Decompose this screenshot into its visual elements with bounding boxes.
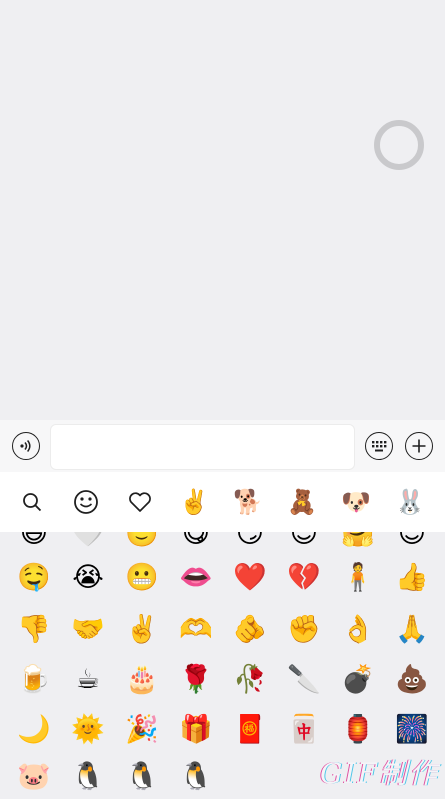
emoji-item[interactable]: 👄 — [176, 558, 216, 598]
emoji-item[interactable]: 🫵 — [230, 610, 270, 650]
emoji-item[interactable]: 🎁 — [176, 710, 216, 750]
gesture-tab-icon[interactable]: ✌️ — [176, 484, 212, 520]
keyboard-icon[interactable] — [365, 432, 393, 460]
floating-assist-button[interactable] — [374, 120, 424, 170]
shiba-sticker-tab-icon[interactable]: 🐕 — [230, 484, 266, 520]
emoji-item[interactable]: 😊 — [284, 532, 324, 554]
heart-icon[interactable] — [122, 484, 158, 520]
emoji-item[interactable]: 💩 — [392, 660, 432, 700]
emoji-item[interactable]: 🎆 — [392, 710, 432, 750]
emoji-item[interactable]: 🤗 — [338, 532, 378, 554]
input-bar — [0, 420, 445, 472]
emoji-item[interactable]: ✌️ — [122, 610, 162, 650]
emoji-item[interactable]: 🤍 — [68, 532, 108, 554]
emoji-item[interactable]: 🌞 — [68, 710, 108, 750]
emoji-item[interactable]: 👌 — [338, 610, 378, 650]
emoji-item[interactable]: 🐷 — [14, 757, 54, 797]
message-input[interactable] — [50, 424, 355, 470]
emoji-item[interactable]: 😭 — [68, 558, 108, 598]
emoji-item[interactable]: 🐧 — [176, 757, 216, 797]
emoji-item[interactable]: 🍺 — [14, 660, 54, 700]
emoji-item[interactable]: 😉 — [392, 532, 432, 554]
emoji-item[interactable]: 💣 — [338, 660, 378, 700]
plus-icon[interactable] — [405, 432, 433, 460]
emoji-item[interactable]: ☕ — [68, 660, 108, 700]
emoji-tab-icon[interactable] — [68, 484, 104, 520]
emoji-item[interactable]: 😄 — [14, 532, 54, 554]
emoji-item[interactable]: 🙂 — [122, 532, 162, 554]
rabbit-sticker-tab-icon[interactable]: 🐰 — [392, 484, 428, 520]
search-icon[interactable] — [14, 484, 50, 520]
emoji-item[interactable]: ❤️ — [230, 558, 270, 598]
emoji-item[interactable]: 🀄 — [284, 710, 324, 750]
emoji-panel-toolbar: ✌️ 🐕 🧸 🐶 🐰 — [0, 472, 445, 532]
emoji-item[interactable]: 🔪 — [284, 660, 324, 700]
emoji-item[interactable]: 🌙 — [14, 710, 54, 750]
watermark-logo: GIF制作 — [320, 757, 439, 790]
voice-icon[interactable] — [12, 432, 40, 460]
emoji-item[interactable]: 🏮 — [338, 710, 378, 750]
emoji-item[interactable]: 🧍 — [338, 558, 378, 598]
emoji-item[interactable]: 👎 — [14, 610, 54, 650]
emoji-item[interactable]: 🙏 — [392, 610, 432, 650]
emoji-item[interactable]: 🐧 — [122, 757, 162, 797]
bear-sticker-tab-icon[interactable]: 🧸 — [284, 484, 320, 520]
emoji-item[interactable]: 🤤 — [14, 558, 54, 598]
emoji-item[interactable]: 💔 — [284, 558, 324, 598]
emoji-item[interactable]: 🎂 — [122, 660, 162, 700]
dog-sticker-tab-icon[interactable]: 🐶 — [338, 484, 374, 520]
emoji-item[interactable]: 🎉 — [122, 710, 162, 750]
emoji-item[interactable]: 😬 — [122, 558, 162, 598]
emoji-item[interactable]: 🥀 — [230, 660, 270, 700]
emoji-item[interactable]: 😋 — [176, 532, 216, 554]
emoji-item[interactable]: ✊ — [284, 610, 324, 650]
chat-area — [0, 0, 445, 420]
emoji-item[interactable]: 👍 — [392, 558, 432, 598]
emoji-item[interactable]: 🧧 — [230, 710, 270, 750]
emoji-item[interactable]: 😏 — [230, 532, 270, 554]
emoji-item[interactable]: 🐧 — [68, 757, 108, 797]
emoji-item[interactable]: 🫶 — [176, 610, 216, 650]
emoji-item[interactable]: 🤝 — [68, 610, 108, 650]
emoji-item[interactable]: 🌹 — [176, 660, 216, 700]
